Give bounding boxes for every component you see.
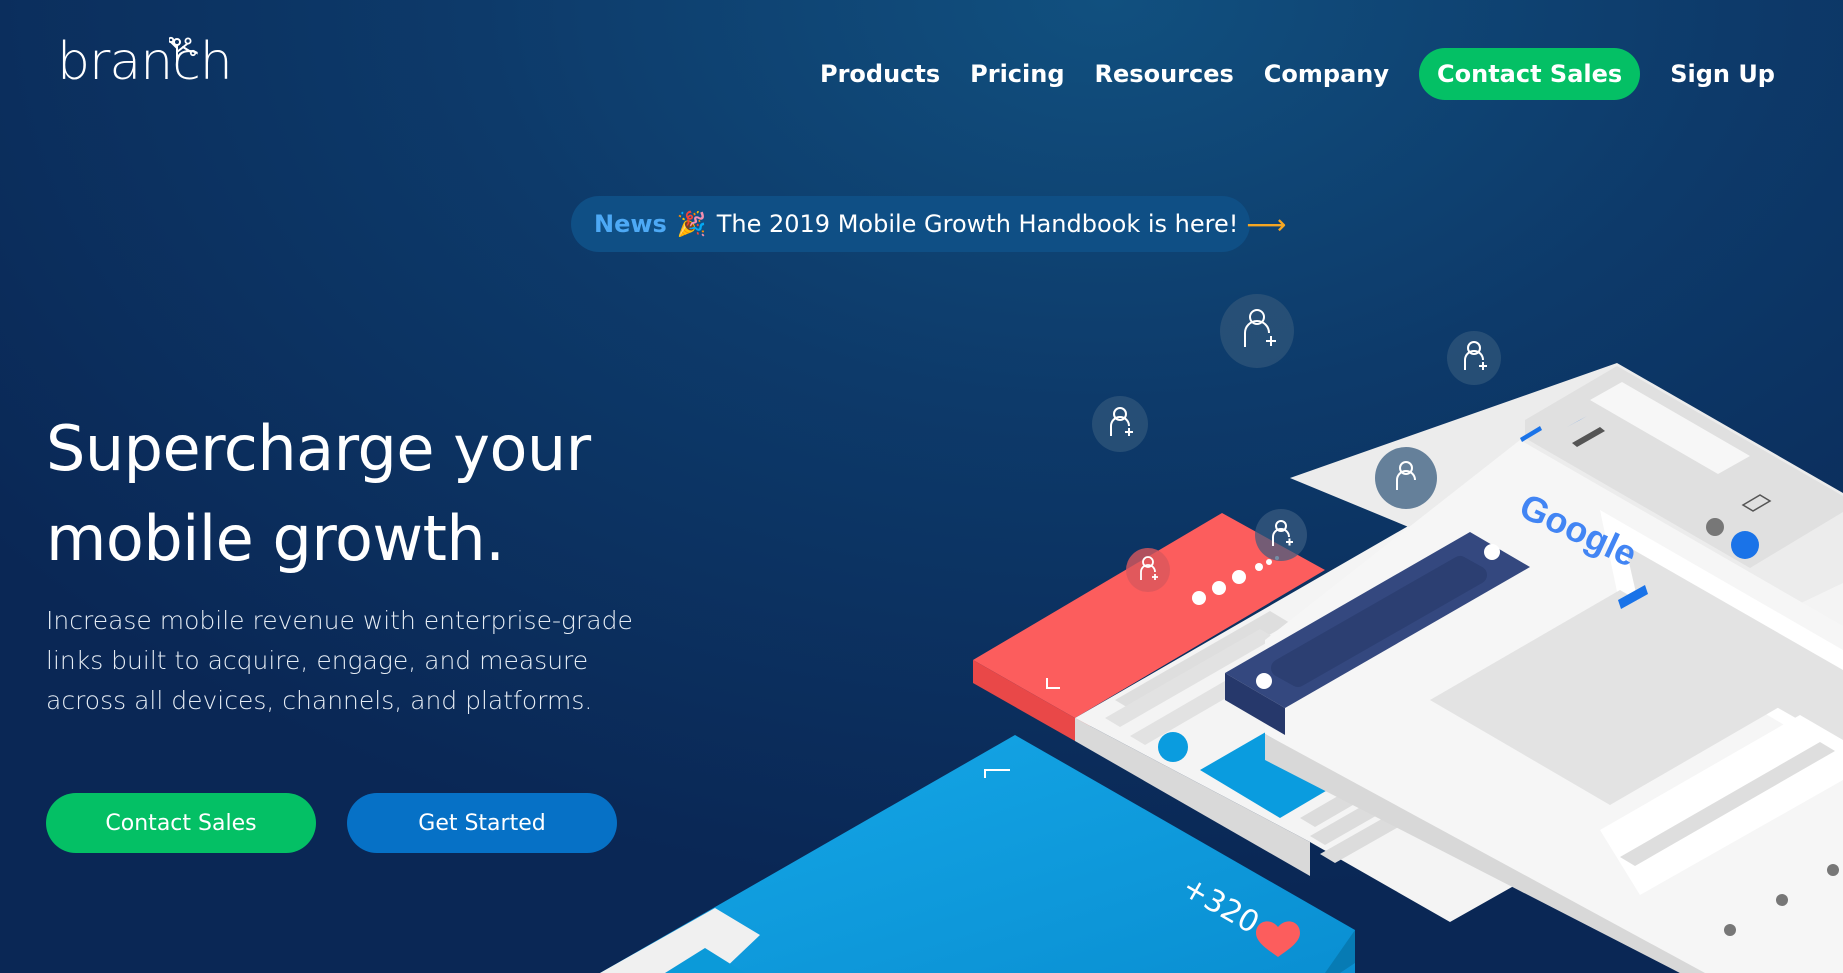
- add-user-icon: [1447, 331, 1501, 385]
- add-user-icon: [1255, 509, 1307, 561]
- social-count-label: +320: [1176, 870, 1265, 942]
- get-started-button[interactable]: Get Started: [347, 793, 617, 853]
- arrow-right-icon: ⟶: [1246, 207, 1287, 241]
- nav-pricing[interactable]: Pricing: [970, 60, 1064, 88]
- red-card: [973, 513, 1325, 741]
- hero-title: Supercharge your mobile growth.: [46, 412, 591, 575]
- branch-logo[interactable]: branch: [57, 32, 233, 92]
- news-label: News: [594, 210, 667, 238]
- logo-text: branch: [57, 32, 233, 92]
- nav-contact-sales-button[interactable]: Contact Sales: [1419, 48, 1641, 100]
- nav-sign-up[interactable]: Sign Up: [1670, 60, 1775, 88]
- heart-icon: [1256, 921, 1300, 957]
- add-user-icon: [1092, 396, 1148, 452]
- blue-social-card: [600, 735, 1355, 973]
- white-screen-panel: [1075, 408, 1843, 922]
- party-popper-icon: 🎉: [676, 210, 707, 238]
- browser-panel: Google: [1265, 363, 1843, 973]
- main-nav: Products Pricing Resources Company Conta…: [820, 48, 1775, 100]
- navy-search-card: [1225, 532, 1530, 735]
- news-text: The 2019 Mobile Growth Handbook is here!: [716, 210, 1239, 238]
- add-user-icon: [1126, 548, 1170, 592]
- add-user-icon: [1220, 294, 1294, 368]
- google-logo: Google: [1514, 485, 1644, 575]
- contact-sales-button[interactable]: Contact Sales: [46, 793, 316, 853]
- nav-company[interactable]: Company: [1264, 60, 1389, 88]
- add-user-icon: [1375, 447, 1437, 509]
- hero-subtitle: Increase mobile revenue with enterprise-…: [46, 606, 633, 715]
- nav-products[interactable]: Products: [820, 60, 940, 88]
- nav-resources[interactable]: Resources: [1095, 60, 1234, 88]
- logo-tree-icon: [169, 36, 197, 64]
- add-user-bubbles: [1092, 294, 1501, 592]
- news-banner[interactable]: News 🎉 The 2019 Mobile Growth Handbook i…: [571, 196, 1287, 252]
